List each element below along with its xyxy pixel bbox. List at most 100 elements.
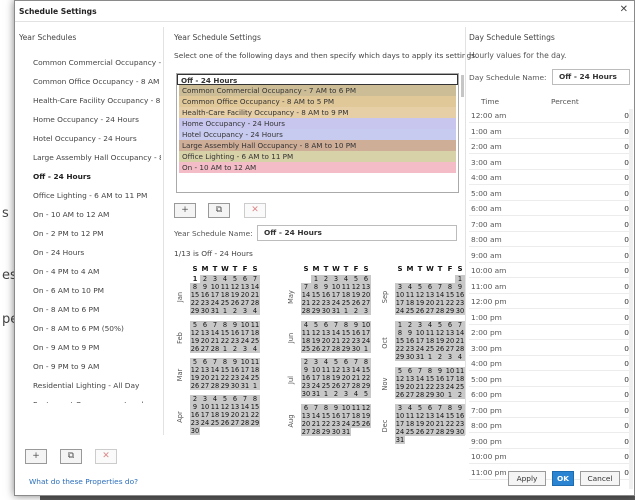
year-schedule-item[interactable]: Large Assembly Hall Occupancy - 8 AM to …	[19, 148, 161, 167]
calendar-day[interactable]: 2	[405, 321, 415, 329]
calendar-day[interactable]: 16	[200, 291, 210, 299]
calendar-day[interactable]: 20	[240, 291, 250, 299]
calendar-day[interactable]: 23	[230, 374, 240, 382]
calendar-day[interactable]: 2	[455, 391, 465, 399]
calendar-day[interactable]: 8	[445, 404, 455, 412]
day-schedule-item[interactable]: Off - 24 Hours	[177, 74, 458, 85]
calendar-day[interactable]: 1	[341, 307, 351, 315]
hour-row[interactable]: 7:00 pm 0	[469, 404, 629, 418]
calendar-day[interactable]: 1	[425, 353, 435, 361]
calendar-day[interactable]: 31	[331, 307, 341, 315]
calendar-day[interactable]: 14	[250, 283, 260, 291]
calendar-day[interactable]: 10	[445, 367, 455, 375]
calendar-day[interactable]: 17	[331, 291, 341, 299]
calendar-day[interactable]: 6	[200, 358, 210, 366]
calendar-day[interactable]: 19	[435, 337, 445, 345]
calendar-day[interactable]: 6	[341, 358, 351, 366]
calendar-day[interactable]: 30	[200, 307, 210, 315]
calendar-day[interactable]: 26	[415, 428, 425, 436]
calendar-day[interactable]: 12	[395, 375, 405, 383]
calendar-day[interactable]: 14	[455, 329, 465, 337]
calendar-day[interactable]: 3	[341, 390, 351, 398]
day-schedule-item[interactable]: Common Commercial Occupancy - 7 AM to 6 …	[179, 85, 456, 96]
calendar-day[interactable]: 23	[230, 337, 240, 345]
calendar-day[interactable]: 9	[321, 283, 331, 291]
calendar-day[interactable]: 19	[220, 411, 230, 419]
calendar-day[interactable]: 17	[445, 375, 455, 383]
calendar-day[interactable]: 23	[301, 382, 311, 390]
calendar-day[interactable]: 10	[240, 358, 250, 366]
calendar-day[interactable]: 14	[240, 403, 250, 411]
calendar-day[interactable]: 31	[210, 307, 220, 315]
calendar-day[interactable]: 29	[311, 307, 321, 315]
calendar-day[interactable]: 10	[240, 321, 250, 329]
calendar-day[interactable]: 10	[331, 283, 341, 291]
calendar-day[interactable]: 11	[341, 283, 351, 291]
calendar-day[interactable]: 13	[341, 366, 351, 374]
ok-button[interactable]: OK	[552, 471, 574, 486]
calendar-day[interactable]: 15	[395, 337, 405, 345]
calendar-day[interactable]: 4	[405, 283, 415, 291]
calendar-day[interactable]: 5	[415, 404, 425, 412]
calendar-day[interactable]: 7	[435, 283, 445, 291]
calendar-day[interactable]: 10	[361, 321, 371, 329]
calendar-day[interactable]: 8	[190, 283, 200, 291]
calendar-day[interactable]: 9	[405, 329, 415, 337]
calendar-day[interactable]: 15	[220, 366, 230, 374]
calendar-day[interactable]: 24	[395, 307, 405, 315]
calendar-day[interactable]: 25	[425, 345, 435, 353]
calendar-day[interactable]: 15	[361, 366, 371, 374]
calendar-day[interactable]: 9	[230, 321, 240, 329]
year-schedule-item[interactable]: Office Lighting - 6 AM to 11 PM	[19, 186, 161, 205]
calendar-day[interactable]: 15	[311, 291, 321, 299]
calendar-day[interactable]: 12	[220, 403, 230, 411]
calendar-day[interactable]: 21	[250, 291, 260, 299]
calendar-day[interactable]: 2	[200, 275, 210, 283]
calendar-day[interactable]: 29	[341, 345, 351, 353]
calendar-day[interactable]: 5	[415, 283, 425, 291]
calendar-day[interactable]: 13	[361, 283, 371, 291]
calendar-day[interactable]: 18	[351, 412, 361, 420]
calendar-day[interactable]: 4	[455, 353, 465, 361]
calendar-day[interactable]: 29	[361, 382, 371, 390]
calendar-day[interactable]: 23	[331, 420, 341, 428]
calendar-day[interactable]: 22	[250, 411, 260, 419]
calendar-day[interactable]: 4	[321, 358, 331, 366]
calendar-day[interactable]: 30	[455, 307, 465, 315]
calendar-day[interactable]: 24	[415, 345, 425, 353]
calendar-day[interactable]: 30	[321, 307, 331, 315]
calendar-day[interactable]: 27	[200, 345, 210, 353]
calendar-day[interactable]: 5	[311, 321, 321, 329]
calendar-day[interactable]: 8	[321, 404, 331, 412]
calendar-day[interactable]: 27	[445, 345, 455, 353]
calendar-day[interactable]: 15	[190, 291, 200, 299]
calendar-day[interactable]: 25	[405, 428, 415, 436]
copy-year-schedule-button[interactable]: ⧉	[60, 449, 82, 464]
calendar-day[interactable]: 6	[200, 321, 210, 329]
calendar-day[interactable]: 30	[190, 427, 200, 435]
calendar-day[interactable]: 20	[425, 420, 435, 428]
calendar-day[interactable]: 19	[190, 374, 200, 382]
hour-row[interactable]: 5:00 pm 0	[469, 373, 629, 387]
calendar-day[interactable]: 24	[200, 419, 210, 427]
calendar-day[interactable]: 2	[190, 395, 200, 403]
year-schedule-item[interactable]: On - 10 AM to 12 AM	[19, 205, 161, 224]
calendar-day[interactable]: 21	[240, 411, 250, 419]
calendar-day[interactable]: 15	[445, 291, 455, 299]
calendar-day[interactable]: 1	[321, 390, 331, 398]
calendar-day[interactable]: 9	[455, 283, 465, 291]
calendar-day[interactable]: 11	[405, 412, 415, 420]
calendar-day[interactable]: 15	[445, 412, 455, 420]
day-schedule-name-field[interactable]: Off - 24 Hours	[552, 69, 630, 85]
calendar-day[interactable]: 31	[341, 428, 351, 436]
cancel-button[interactable]: Cancel	[580, 471, 620, 486]
calendar-day[interactable]: 11	[210, 403, 220, 411]
calendar-day[interactable]: 28	[250, 299, 260, 307]
calendar-day[interactable]: 16	[230, 366, 240, 374]
calendar-day[interactable]: 27	[341, 382, 351, 390]
calendar-day[interactable]: 14	[311, 412, 321, 420]
calendar-day[interactable]: 6	[230, 395, 240, 403]
calendar-day[interactable]: 15	[341, 329, 351, 337]
calendar-day[interactable]: 12	[415, 291, 425, 299]
calendar-day[interactable]: 13	[301, 412, 311, 420]
